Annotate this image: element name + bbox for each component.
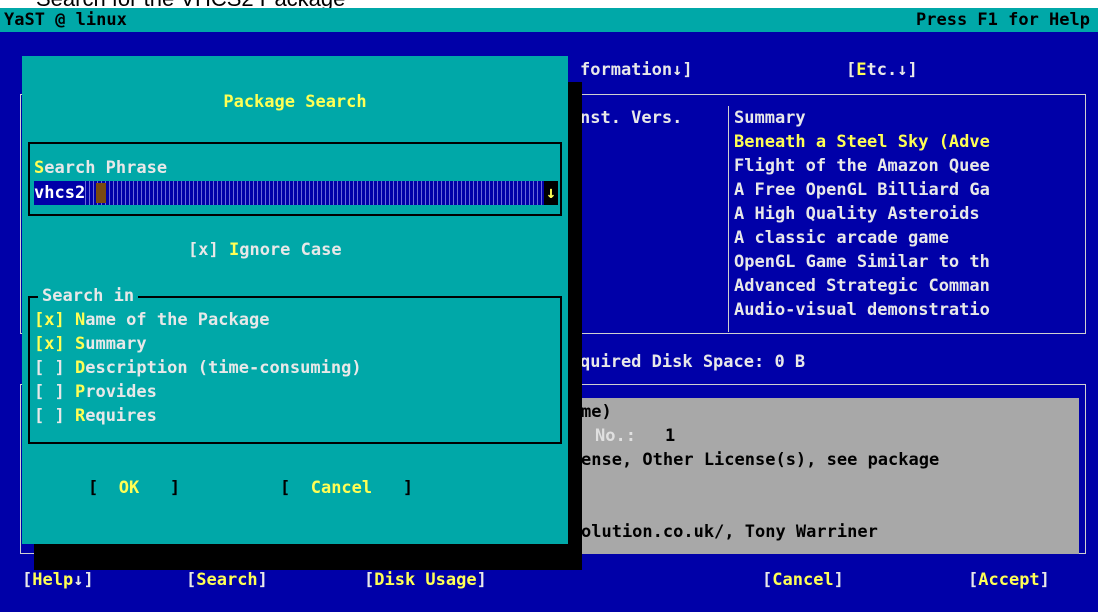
table-row[interactable]: Audio-visual demonstratio (734, 298, 990, 322)
info-line: me) (581, 402, 612, 422)
checkbox-box: [ ] (34, 358, 65, 378)
table-row-selected[interactable]: Beneath a Steel Sky (Adve (734, 130, 990, 154)
info-license: ense, Other License(s), see package (581, 450, 940, 470)
menu-etc-hotkey: E (856, 60, 867, 80)
option-hotkey: S (74, 334, 86, 354)
table-row[interactable]: Flight of the Amazon Quee (734, 154, 990, 178)
help-button[interactable]: [Help↓] (22, 568, 94, 592)
help-button-label: Help (32, 570, 74, 590)
option-description-checkbox[interactable]: [ ] Description (time-consuming) (34, 356, 362, 380)
dialog-cancel-button-label: Cancel (310, 478, 373, 498)
menu-etc[interactable]: [Etc.↓] (846, 58, 918, 82)
option-label: ame of the Package (85, 310, 270, 330)
arrow-down-icon: ↓] (73, 570, 94, 590)
info-number-value: 1 (665, 426, 676, 446)
disk-usage-button-label: Disk Usage (374, 570, 477, 590)
disk-usage-button[interactable]: [Disk Usage] (364, 568, 487, 592)
option-summary-checkbox[interactable]: [x] Summary (34, 332, 147, 356)
search-input-value: vhcs2 (34, 181, 86, 205)
ignore-case-box: [x] (188, 240, 219, 260)
table-row[interactable]: A Free OpenGL Billiard Ga (734, 178, 990, 202)
ignore-case-hotkey: I (228, 240, 240, 260)
help-hint: Press F1 for Help (916, 10, 1090, 30)
package-search-dialog: Package Search Search Phrase vhcs2 ↓ [x]… (22, 56, 568, 544)
menu-etc-label: tc. (866, 60, 898, 80)
search-in-title: Search in (38, 284, 139, 308)
accept-button[interactable]: [Accept] (968, 568, 1050, 592)
dialog-title: Package Search (223, 92, 367, 112)
table-row[interactable]: OpenGL Game Similar to th (734, 250, 990, 274)
option-label: ummary (85, 334, 147, 354)
search-phrase-hotkey: S (34, 158, 45, 178)
search-button-label: Search (196, 570, 258, 590)
checkbox-box: [ ] (34, 406, 65, 426)
menu-information[interactable]: formation↓] (580, 58, 693, 82)
yast-screen: YaST @ linux Press F1 for Help formation… (0, 8, 1098, 612)
title-bar: YaST @ linux Press F1 for Help (0, 8, 1098, 32)
option-name-checkbox[interactable]: [x] Name of the Package (34, 308, 269, 332)
col-header-summary: Summary (734, 108, 806, 128)
text-cursor (96, 183, 106, 203)
search-phrase-label: Search Phrase (34, 156, 167, 180)
disk-space-label: quired Disk Space: 0 B (580, 352, 806, 372)
accept-button-label: Accept (978, 570, 1040, 590)
ignore-case-label: gnore Case (239, 240, 342, 260)
column-divider (728, 106, 729, 332)
cancel-button[interactable]: [Cancel] (762, 568, 844, 592)
table-row[interactable]: Advanced Strategic Comman (734, 274, 990, 298)
cancel-button-label: Cancel (772, 570, 834, 590)
package-info-panel: me) No.: 1 ense, Other License(s), see p… (579, 398, 1079, 554)
checkbox-box: [x] (34, 334, 65, 354)
checkbox-box: [ ] (34, 382, 65, 402)
dialog-cancel-button[interactable]: [ Cancel ] (280, 476, 413, 500)
ok-button-label: OK (118, 478, 140, 498)
table-row[interactable]: A High Quality Asteroids (734, 202, 980, 226)
option-label: equires (85, 406, 157, 426)
ignore-case-checkbox[interactable]: [x] Ignore Case (188, 238, 342, 262)
info-number-label: No.: (595, 426, 647, 446)
option-provides-checkbox[interactable]: [ ] Provides (34, 380, 157, 404)
menu-information-label: formation (580, 60, 673, 80)
option-label: rovides (85, 382, 157, 402)
arrow-down-icon: ↓] (897, 60, 918, 80)
arrow-down-icon: ↓] (672, 60, 693, 80)
option-hotkey: N (74, 310, 86, 330)
arrow-down-icon[interactable]: ↓ (544, 181, 558, 205)
col-header-version: nst. Vers. (580, 108, 683, 128)
option-hotkey: P (74, 382, 86, 402)
option-hotkey: R (74, 406, 86, 426)
option-hotkey: D (74, 358, 86, 378)
checkbox-box: [x] (34, 310, 65, 330)
option-requires-checkbox[interactable]: [ ] Requires (34, 404, 157, 428)
search-button[interactable]: [Search] (186, 568, 268, 592)
app-title: YaST @ linux (4, 10, 127, 30)
search-input[interactable]: vhcs2 ↓ (34, 181, 558, 205)
ok-button[interactable]: [ OK ] (88, 476, 180, 500)
table-row[interactable]: A classic arcade game (734, 226, 949, 250)
search-phrase-text: earch Phrase (44, 158, 168, 178)
option-label: escription (time-consuming) (85, 358, 362, 378)
info-authors: olution.co.uk/, Tony Warriner (581, 522, 878, 542)
